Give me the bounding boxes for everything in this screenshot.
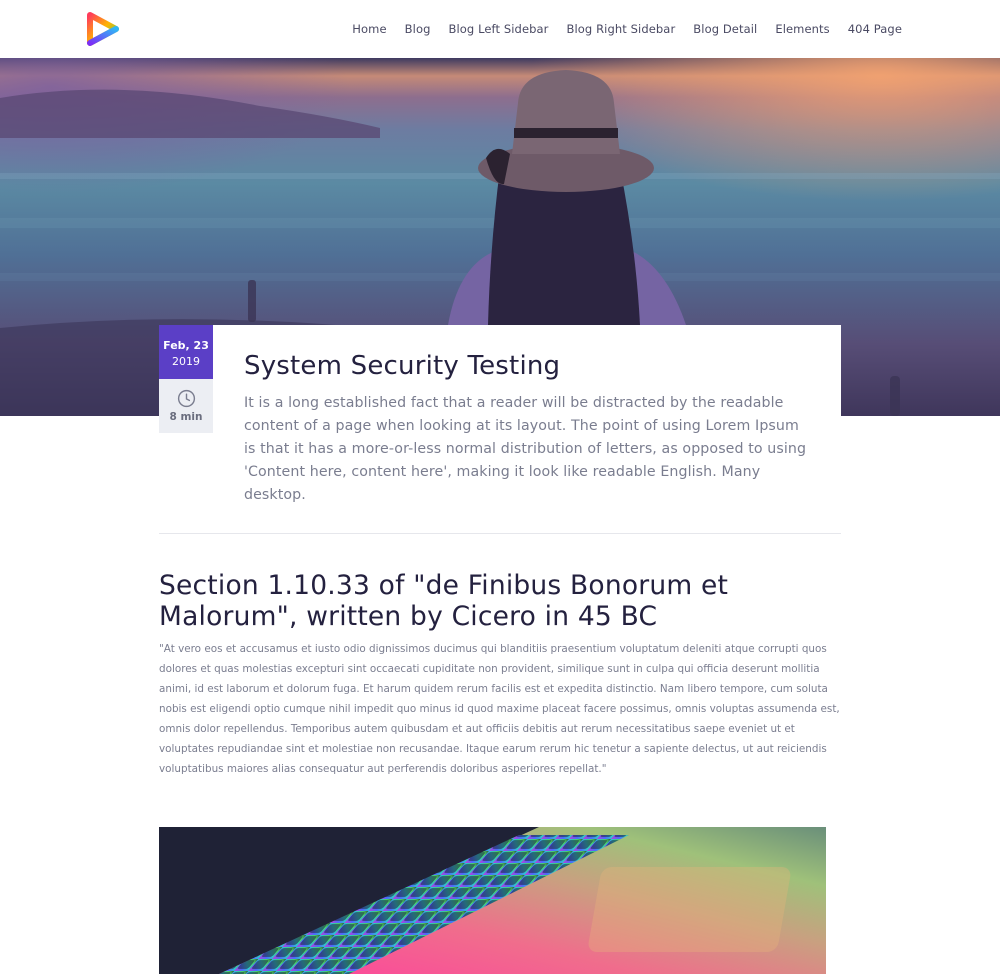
nav-item-blog-right-sidebar: Blog Right Sidebar <box>567 20 676 38</box>
read-time-badge: 8 min <box>159 379 213 433</box>
nav-item-blog: Blog <box>405 20 431 38</box>
post-title: System Security Testing <box>244 351 561 381</box>
nav-item-blog-detail: Blog Detail <box>693 20 757 38</box>
nav-link-home[interactable]: Home <box>352 20 386 38</box>
main-nav: Home Blog Blog Left Sidebar Blog Right S… <box>352 20 902 38</box>
article-image <box>159 827 826 974</box>
post-card: Feb, 23 2019 8 min System Security Testi… <box>159 325 841 533</box>
nav-item-404-page: 404 Page <box>848 20 902 38</box>
post-date-badge: Feb, 23 2019 <box>159 325 213 379</box>
nav-item-elements: Elements <box>775 20 829 38</box>
nav-link-blog-detail[interactable]: Blog Detail <box>693 20 757 38</box>
site-logo[interactable] <box>86 11 120 47</box>
nav-link-elements[interactable]: Elements <box>775 20 829 38</box>
post-date-day: Feb, 23 <box>163 339 209 352</box>
laptop-keyboard-photo <box>159 827 826 974</box>
nav-link-404-page[interactable]: 404 Page <box>848 20 902 38</box>
section-body: "At vero eos et accusamus et iusto odio … <box>159 643 840 775</box>
nav-item-blog-left-sidebar: Blog Left Sidebar <box>449 20 549 38</box>
post-excerpt: It is a long established fact that a rea… <box>244 395 807 503</box>
section-title: Section 1.10.33 of "de Finibus Bonorum e… <box>159 570 729 632</box>
nav-link-blog-left-sidebar[interactable]: Blog Left Sidebar <box>449 20 549 38</box>
nav-link-blog[interactable]: Blog <box>405 20 431 38</box>
play-triangle-logo-icon <box>87 12 119 46</box>
post-date-year: 2019 <box>172 355 200 368</box>
read-time-label: 8 min <box>169 411 203 423</box>
nav-link-blog-right-sidebar[interactable]: Blog Right Sidebar <box>567 20 676 38</box>
nav-item-home: Home <box>352 20 386 38</box>
site-header: Home Blog Blog Left Sidebar Blog Right S… <box>0 0 1000 58</box>
content-divider <box>159 533 841 534</box>
clock-icon <box>177 389 196 408</box>
